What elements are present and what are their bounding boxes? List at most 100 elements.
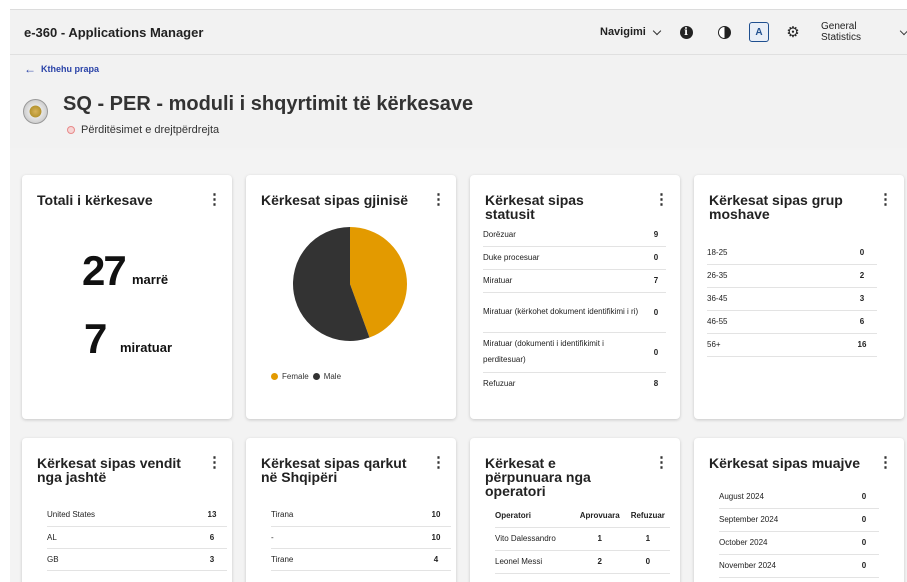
status-label: Miratuar (kërkohet dokument identifikimi…	[483, 292, 646, 333]
status-table: Dorëzuar 9 Duke procesuar 0 Miratuar 7 Mira…	[483, 223, 666, 395]
more-options-icon[interactable]: ⋮	[654, 455, 669, 470]
approved-label: miratuar	[120, 340, 173, 355]
age-value: 0	[847, 241, 877, 265]
status-value: 8	[653, 379, 659, 389]
country-value: 6	[197, 526, 227, 549]
country-value: 3	[197, 548, 227, 571]
status-value: 7	[646, 269, 666, 293]
age-label: 46-55	[707, 310, 847, 334]
table-row: Leonel Messi 2 0	[495, 550, 670, 574]
age-label: 26-35	[707, 264, 847, 288]
arrow-left-icon: ←	[24, 62, 36, 76]
county-label: -	[271, 526, 421, 549]
table-row: Miratuar 7	[483, 269, 666, 293]
table-row: Dorëzuar 9	[483, 223, 666, 247]
received-label: marrë	[132, 272, 169, 287]
card-title: Kërkesat sipas grup moshave	[709, 192, 843, 222]
status-value: 9	[646, 223, 666, 247]
county-label: Tirana	[271, 504, 421, 527]
table-row: Vito Dalessandro 1 1	[495, 527, 670, 551]
month-value: 0	[849, 531, 879, 555]
operator-table: Operatori Aprovuara Refuzuar Vito Daless…	[495, 504, 670, 574]
county-label: Tirane	[271, 548, 421, 571]
column-header-rejected: Refuzuar	[625, 504, 670, 528]
gender-card: Kërkesat sipas gjinisë ⋮ Female Male	[246, 175, 456, 419]
age-value: 6	[847, 310, 877, 334]
age-label: 56+	[707, 333, 847, 357]
legend-label-male: Male	[323, 372, 342, 381]
table-row: September 2024 0	[719, 508, 879, 532]
operator-name: Leonel Messi	[495, 550, 574, 574]
translate-icon[interactable]: A	[749, 22, 769, 42]
table-row: GB 3	[47, 548, 227, 571]
card-title: Kërkesat sipas vendit nga jashtë	[37, 455, 181, 485]
contrast-icon[interactable]	[716, 24, 732, 40]
table-row: United States 13	[47, 504, 227, 527]
info-icon[interactable]: i	[678, 24, 694, 40]
table-row: 56+ 16	[707, 333, 877, 357]
page-title: SQ - PER - moduli i shqyrtimit të kërkes…	[63, 93, 474, 115]
back-link-label: Kthehu prapa	[41, 64, 100, 74]
month-value: 0	[849, 554, 879, 578]
operator-name: Vito Dalessandro	[495, 527, 574, 551]
more-options-icon[interactable]: ⋮	[654, 192, 669, 207]
page-header: ← Kthehu prapa SQ - PER - moduli i shqyr…	[10, 55, 907, 148]
county-card: Kërkesat sipas qarkut në Shqipëri ⋮ Tira…	[246, 438, 456, 582]
month-label: September 2024	[719, 508, 849, 532]
general-statistics-menu[interactable]: General Statistics	[821, 21, 907, 43]
more-options-icon[interactable]: ⋮	[878, 455, 893, 470]
total-requests-card: Totali i kërkesave ⋮ 27 marrë 7 miratuar	[22, 175, 232, 419]
table-row: Tirane 4	[271, 548, 451, 571]
card-title: Kërkesat e përpunuara nga operatori	[485, 455, 591, 499]
table-row: August 2024 0	[719, 485, 879, 509]
general-statistics-label: General Statistics	[821, 21, 862, 43]
navigation-menu-label: Navigimi	[600, 26, 646, 38]
more-options-icon[interactable]: ⋮	[207, 192, 222, 207]
age-group-card: Kërkesat sipas grup moshave ⋮ 18-25 0 26-…	[694, 175, 904, 419]
status-label: Refuzuar	[483, 379, 516, 389]
chevron-down-icon	[652, 26, 662, 35]
operator-approved: 2	[573, 550, 626, 574]
operator-card: Kërkesat e përpunuara nga operatori ⋮ Op…	[470, 438, 680, 582]
table-row: AL 6	[47, 526, 227, 549]
legend-swatch-female	[271, 373, 278, 380]
chart-legend: Female Male	[271, 372, 341, 381]
back-link[interactable]: ← Kthehu prapa	[24, 62, 99, 76]
age-value: 2	[847, 264, 877, 288]
table-row: 18-25 0	[707, 241, 877, 265]
gender-pie-chart	[293, 227, 408, 341]
status-label: Dorëzuar	[483, 223, 646, 247]
table-row: 46-55 6	[707, 310, 877, 334]
table-row: Refuzuar 8	[483, 372, 666, 395]
age-label: 36-45	[707, 287, 847, 311]
county-value: 10	[421, 526, 451, 549]
gear-icon[interactable]: ⚙	[785, 24, 801, 41]
status-value: 0	[646, 292, 666, 333]
status-label: Miratuar (dokumenti i identifikimit i pe…	[483, 332, 646, 373]
more-options-icon[interactable]: ⋮	[878, 192, 893, 207]
table-row: Miratuar (kërkohet dokument identifikimi…	[483, 292, 666, 333]
table-row: November 2024 0	[719, 554, 879, 578]
more-options-icon[interactable]: ⋮	[207, 455, 222, 470]
navigation-menu[interactable]: Navigimi	[600, 26, 662, 38]
table-row: October 2024 0	[719, 531, 879, 555]
status-value: 0	[646, 332, 666, 373]
age-group-table: 18-25 0 26-35 2 36-45 3 46-55 6 56+ 16	[707, 241, 877, 357]
more-options-icon[interactable]: ⋮	[431, 455, 446, 470]
month-table: August 2024 0 September 2024 0 October 202…	[719, 485, 879, 578]
operator-rejected: 0	[625, 550, 670, 574]
column-header-operator: Operatori	[495, 504, 574, 528]
operator-rejected: 1	[625, 527, 670, 551]
month-card: Kërkesat sipas muajve ⋮ August 2024 0 Sep…	[694, 438, 904, 582]
age-value: 3	[847, 287, 877, 311]
age-value: 16	[847, 333, 877, 357]
table-row: Duke procesuar 0	[483, 246, 666, 270]
column-header-approved: Aprovuara	[573, 504, 626, 528]
status-value: 0	[646, 246, 666, 270]
live-updates-subtitle: Përditësimet e drejtpërdrejta	[67, 124, 219, 136]
top-bar: e-360 - Applications Manager Navigimi i …	[10, 9, 907, 55]
county-value: 4	[421, 548, 451, 571]
country-value: 13	[197, 504, 227, 527]
status-card: Kërkesat sipas statusit ⋮ Dorëzuar 9 Duke…	[470, 175, 680, 419]
table-row: 26-35 2	[707, 264, 877, 288]
